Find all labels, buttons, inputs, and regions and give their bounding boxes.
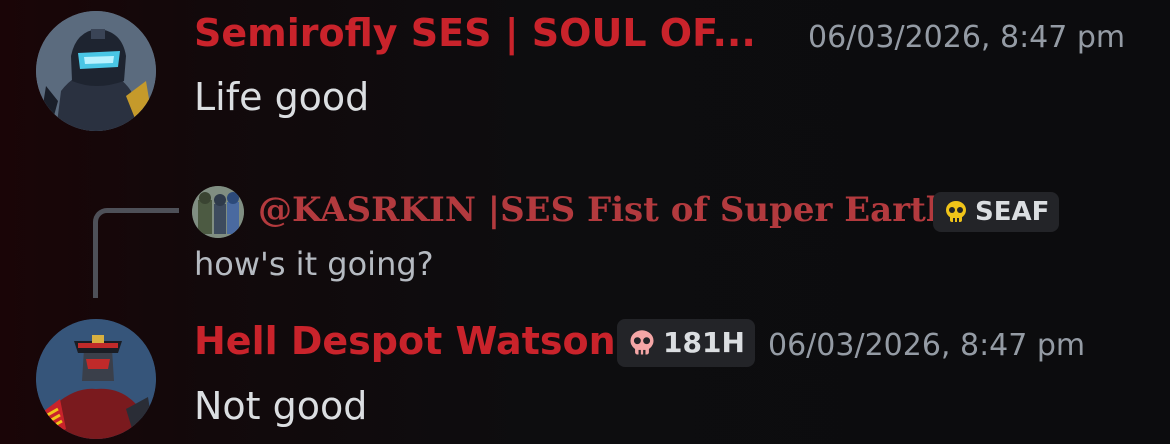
avatar[interactable] bbox=[36, 319, 156, 439]
reply-avatar[interactable] bbox=[192, 186, 244, 238]
message-text: Life good bbox=[194, 75, 370, 119]
badge-label: SEAF bbox=[975, 197, 1050, 227]
timestamp: 06/03/2026, 8:47 pm bbox=[808, 20, 1126, 55]
reply-text[interactable]: how's it going? bbox=[194, 248, 434, 280]
message-1: Semirofly SES | SOUL OF... 06/03/2026, 8… bbox=[0, 0, 1170, 150]
armored-soldier-avatar-icon bbox=[36, 11, 156, 131]
badge-label: 181H bbox=[663, 326, 745, 359]
message-text: Not good bbox=[194, 384, 368, 428]
181h-badge[interactable]: 181H bbox=[617, 319, 755, 367]
skull-icon bbox=[630, 330, 654, 355]
username[interactable]: Hell Despot Watson bbox=[194, 322, 616, 360]
officer-soldier-avatar-icon bbox=[36, 319, 156, 439]
seaf-badge[interactable]: SEAF bbox=[933, 192, 1060, 232]
soldiers-avatar-icon bbox=[192, 186, 244, 238]
reply-username[interactable]: @KASRKIN |SES Fist of Super Earth bbox=[258, 193, 951, 227]
timestamp: 06/03/2026, 8:47 pm bbox=[768, 328, 1086, 363]
message-2: Hell Despot Watson 181H 06/03/2026, 8:47… bbox=[0, 300, 1170, 444]
avatar[interactable] bbox=[36, 11, 156, 131]
skull-icon bbox=[946, 201, 966, 222]
reply-connector bbox=[93, 208, 179, 298]
username[interactable]: Semirofly SES | SOUL OF... bbox=[194, 14, 756, 52]
